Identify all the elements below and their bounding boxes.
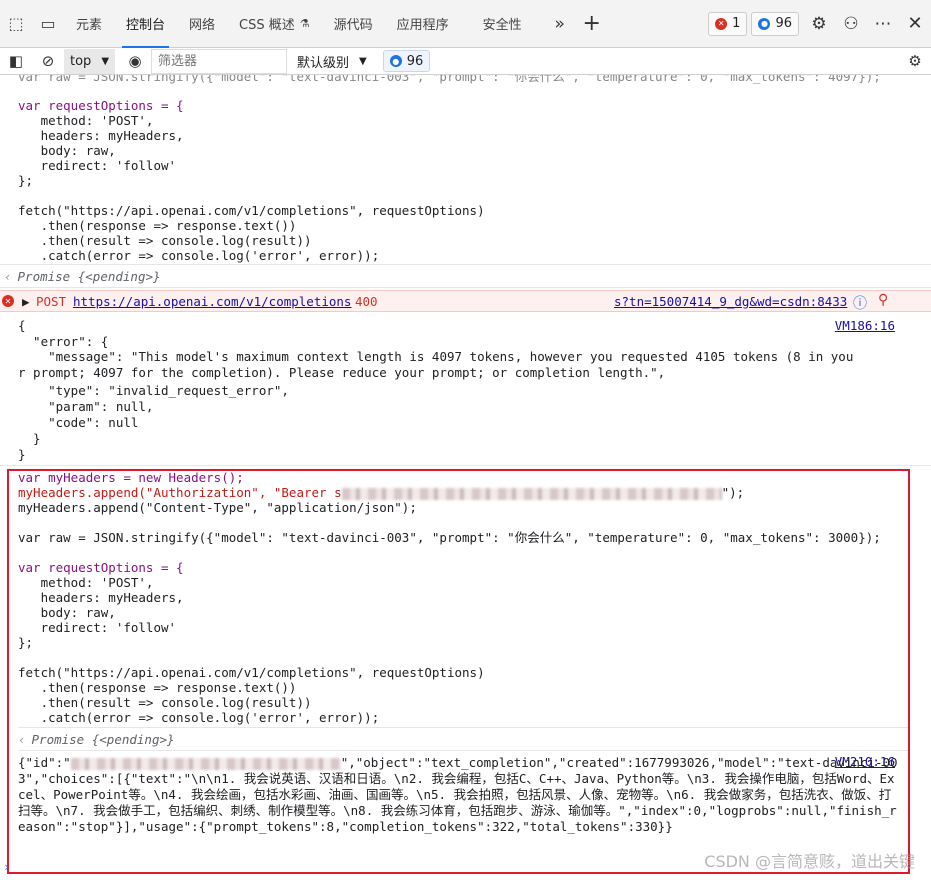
log-level-selector[interactable]: 默认级别 ▼ <box>287 49 377 74</box>
message-icon: ● <box>758 17 771 30</box>
code-line: method: 'POST', <box>18 113 154 128</box>
code-line: headers: myHeaders, <box>18 128 184 143</box>
result-arrow-icon: ‹ <box>4 269 12 284</box>
tab-elements[interactable]: 元素 <box>64 0 114 48</box>
context-label: top <box>70 53 92 69</box>
code-line: redirect: 'follow' <box>18 158 177 173</box>
message-icon: ● <box>389 55 402 67</box>
toolbar-message-count: 96 <box>406 53 424 69</box>
more-tabs-icon[interactable]: » <box>544 0 576 48</box>
promise-result[interactable]: ‹ Promise {<pending>} <box>0 269 161 284</box>
console-output[interactable]: var raw = JSON.stringify({"model": "text… <box>0 75 931 880</box>
separator <box>0 287 931 288</box>
prompt-chevron-icon[interactable]: › <box>3 859 11 874</box>
separator <box>0 465 931 466</box>
close-icon[interactable]: ✕ <box>899 0 931 48</box>
json-line: { <box>18 318 26 333</box>
error-count: 1 <box>732 16 741 31</box>
error-count-badge[interactable]: ✕ 1 <box>708 11 748 36</box>
flask-icon: ⚗ <box>299 17 310 30</box>
tab-sources[interactable]: 源代码 <box>322 0 385 48</box>
json-line: "error": { <box>18 334 109 349</box>
device-emulation-icon[interactable]: ▭ <box>32 0 64 48</box>
error-icon: ✕ <box>715 17 728 30</box>
code-line: var requestOptions = { <box>18 98 184 113</box>
clear-console-icon[interactable]: ⊘ <box>32 48 64 75</box>
tab-security[interactable]: 安全性 <box>471 0 534 48</box>
chevron-down-icon: ▼ <box>359 55 367 67</box>
code-line: .then(result => console.log(result)) <box>18 233 312 248</box>
add-tab-icon[interactable]: + <box>576 0 608 48</box>
code-line-text: var requestOptions = { <box>18 98 184 113</box>
code-line: body: raw, <box>18 143 116 158</box>
code-line: .catch(error => console.log('error', err… <box>18 248 380 263</box>
filter-input[interactable] <box>151 48 288 74</box>
json-line: "param": null, <box>18 399 154 414</box>
devtools-tab-bar: ⬚ ▭ 元素 控制台 网络 CSS 概述 ⚗ 源代码 应用程序 安全性 » + ✕… <box>0 0 931 48</box>
json-line: "type": "invalid_request_error", <box>18 383 289 398</box>
error-icon: ✕ <box>2 295 14 307</box>
watermark: CSDN @言简意赅，道出关键 <box>704 852 915 871</box>
settings-gear-icon[interactable]: ⚙ <box>803 0 835 48</box>
json-line: "message": "This model's maximum context… <box>18 349 854 380</box>
tab-application[interactable]: 应用程序 <box>385 0 461 48</box>
info-icon[interactable]: ⓘ <box>853 293 867 313</box>
tab-css-overview-label: CSS 概述 <box>239 18 295 33</box>
search-icon[interactable]: ⚲ <box>878 292 888 308</box>
code-line: .then(response => response.text()) <box>18 218 297 233</box>
code-line: var raw = JSON.stringify({"model": "text… <box>18 75 881 84</box>
error-method: POST <box>36 294 67 309</box>
tab-network[interactable]: 网络 <box>177 0 227 48</box>
console-settings-gear-icon[interactable]: ⚙ <box>899 48 931 75</box>
tab-css-overview[interactable]: CSS 概述 ⚗ <box>227 0 322 48</box>
separator <box>0 264 931 265</box>
error-status: 400 <box>355 294 378 309</box>
sidebar-toggle-icon[interactable]: ◧ <box>0 48 32 75</box>
code-line: fetch("https://api.openai.com/v1/complet… <box>18 203 485 218</box>
console-toolbar: ◧ ⊘ top ▼ ◉ 默认级别 ▼ ● 96 ⚙ <box>0 48 931 75</box>
context-selector[interactable]: top ▼ <box>64 48 116 74</box>
toolbar-message-badge[interactable]: ● 96 <box>382 50 431 72</box>
vm-source-link[interactable]: VM186:16 <box>835 318 895 333</box>
json-line: } <box>18 447 26 462</box>
message-count: 96 <box>775 16 792 31</box>
error-url-link[interactable]: https://api.openai.com/v1/completions <box>73 294 351 309</box>
more-options-icon[interactable]: ⋯ <box>867 0 899 48</box>
chevron-down-icon: ▼ <box>101 55 110 67</box>
json-line: "code": null <box>18 415 139 430</box>
code-line: }; <box>18 173 34 188</box>
tab-console[interactable]: 控制台 <box>114 0 177 48</box>
message-count-badge[interactable]: ● 96 <box>751 11 799 36</box>
inspect-element-icon[interactable]: ⬚ <box>0 0 32 48</box>
highlight-box <box>7 469 910 874</box>
expand-arrow-icon[interactable]: ▶ <box>22 294 30 309</box>
promise-text: Promise {<pending>} <box>17 269 161 284</box>
network-error-row[interactable]: ✕ ▶ POST https://api.openai.com/v1/compl… <box>0 290 931 312</box>
live-expression-eye-icon[interactable]: ◉ <box>119 48 151 75</box>
json-line: } <box>18 431 41 446</box>
error-source-link[interactable]: s?tn=15007414_9_dg&wd=csdn:8433 <box>614 294 847 309</box>
log-level-label: 默认级别 <box>297 55 350 71</box>
feedback-icon[interactable]: ⚇ <box>835 0 867 48</box>
